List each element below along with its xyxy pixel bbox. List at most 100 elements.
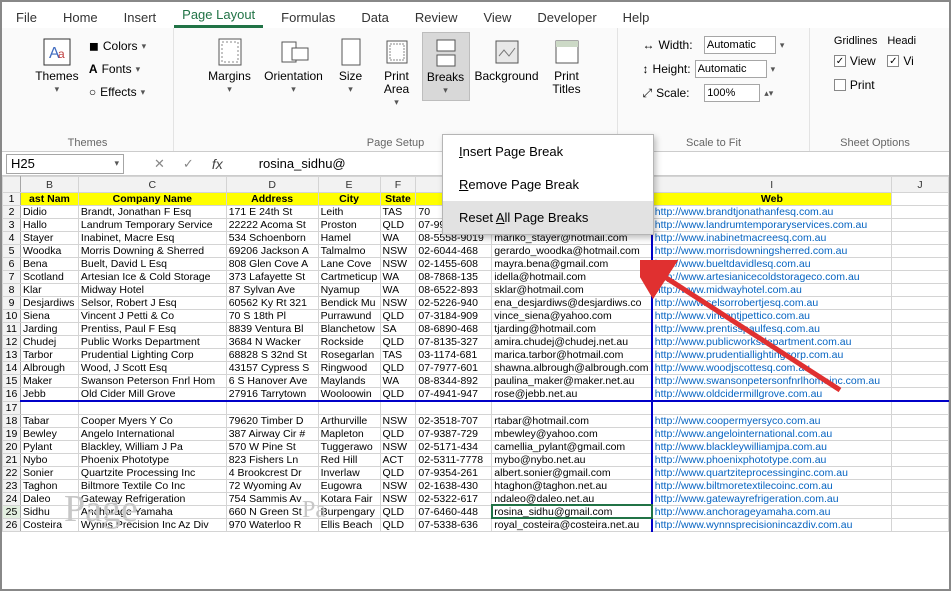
cell[interactable]: Prentiss, Paul F Esq (78, 323, 226, 336)
cell[interactable]: 87 Sylvan Ave (226, 284, 318, 297)
cell[interactable]: Wynns Precision Inc Az Div (78, 518, 226, 531)
cell[interactable]: 69206 Jackson A (226, 245, 318, 258)
cell[interactable]: Albrough (20, 362, 78, 375)
cell[interactable]: WA (380, 284, 416, 297)
cell[interactable]: http://www.phoenixphototype.com.au (652, 453, 892, 466)
cell[interactable]: 570 W Pine St (226, 440, 318, 453)
tab-data[interactable]: Data (353, 6, 396, 28)
cell[interactable]: QLD (380, 505, 416, 518)
cell[interactable]: Public Works Department (78, 336, 226, 349)
cell[interactable] (892, 206, 949, 219)
cell[interactable]: 6 S Hanover Ave (226, 375, 318, 388)
cell[interactable]: NSW (380, 440, 416, 453)
cell[interactable]: NSW (380, 492, 416, 505)
cell[interactable]: 07-3184-909 (416, 310, 492, 323)
cell[interactable]: http://www.inabinetmacreesq.com.au (652, 232, 892, 245)
print-titles-button[interactable]: Print Titles (544, 32, 590, 100)
cell[interactable]: ena_desjardiws@desjardiws.co (492, 297, 652, 310)
cell[interactable] (892, 336, 949, 349)
cell[interactable]: marica.tarbor@hotmail.com (492, 349, 652, 362)
cell[interactable] (892, 375, 949, 388)
orientation-button[interactable]: Orientation▾ (262, 32, 326, 99)
cell[interactable]: Bena (20, 258, 78, 271)
cell[interactable]: ACT (380, 453, 416, 466)
col-header[interactable]: C (78, 177, 226, 193)
row-header[interactable]: 16 (3, 388, 21, 402)
cell[interactable]: Gateway Refrigeration (78, 492, 226, 505)
select-all[interactable] (3, 177, 21, 193)
cell[interactable]: Lane Cove (318, 258, 380, 271)
cancel-icon[interactable]: ✕ (154, 156, 165, 172)
colors-button[interactable]: ◼Colors ▾ (89, 36, 146, 56)
cell[interactable]: Prudential Lighting Corp (78, 349, 226, 362)
row-header[interactable]: 20 (3, 440, 21, 453)
cell[interactable]: 02-1455-608 (416, 258, 492, 271)
cell[interactable]: 22222 Acoma St (226, 219, 318, 232)
cell[interactable]: Vincent J Petti & Co (78, 310, 226, 323)
cell[interactable]: http://www.angelointernational.com.au (652, 427, 892, 440)
cell[interactable]: QLD (380, 466, 416, 479)
cell[interactable]: http://www.gatewayrefrigeration.com.au (652, 492, 892, 505)
cell[interactable]: http://www.quartziteprocessinginc.com.au (652, 466, 892, 479)
cell[interactable]: http://www.coopermyersyco.com.au (652, 414, 892, 427)
row-header[interactable]: 14 (3, 362, 21, 375)
cell[interactable]: 02-5226-940 (416, 297, 492, 310)
cell[interactable]: Address (226, 193, 318, 206)
cell[interactable]: Jarding (20, 323, 78, 336)
cell[interactable]: WA (380, 375, 416, 388)
cell[interactable]: Swanson Peterson Fnrl Hom (78, 375, 226, 388)
cell[interactable]: Artesian Ice & Cold Storage (78, 271, 226, 284)
cell[interactable]: QLD (380, 518, 416, 531)
cell[interactable]: mbewley@yahoo.com (492, 427, 652, 440)
cell[interactable]: Chudej (20, 336, 78, 349)
cell[interactable] (892, 219, 949, 232)
cell[interactable]: Maker (20, 375, 78, 388)
cell[interactable]: http://www.biltmoretextilecoinc.com.au (652, 479, 892, 492)
row-header[interactable]: 13 (3, 349, 21, 362)
cell[interactable]: 07-9354-261 (416, 466, 492, 479)
scale-input[interactable] (704, 84, 760, 102)
cell[interactable] (892, 193, 949, 206)
cell[interactable]: Tabar (20, 414, 78, 427)
cell[interactable]: TAS (380, 206, 416, 219)
cell[interactable]: mybo@nybo.net.au (492, 453, 652, 466)
themes-button[interactable]: Aa Themes▾ (29, 32, 85, 99)
headings-view-checkbox[interactable]: ✓ (887, 55, 899, 67)
cell[interactable] (892, 284, 949, 297)
cell[interactable]: http://www.anchorageyamaha.com.au (652, 505, 892, 518)
row-header[interactable]: 10 (3, 310, 21, 323)
cell[interactable]: 07-7977-601 (416, 362, 492, 375)
cell[interactable]: Eugowra (318, 479, 380, 492)
cell[interactable] (892, 258, 949, 271)
cell[interactable]: rose@jebb.net.au (492, 388, 652, 402)
cell[interactable]: albert.sonier@gmail.com (492, 466, 652, 479)
cell[interactable]: Bewley (20, 427, 78, 440)
background-button[interactable]: Background (474, 32, 540, 87)
cell[interactable]: 07-6460-448 (416, 505, 492, 518)
cell[interactable] (380, 401, 416, 414)
cell[interactable]: Hallo (20, 219, 78, 232)
cell[interactable]: Purrawund (318, 310, 380, 323)
cell[interactable]: QLD (380, 427, 416, 440)
row-header[interactable]: 5 (3, 245, 21, 258)
cell[interactable]: 02-1638-430 (416, 479, 492, 492)
cell[interactable]: Brandt, Jonathan F Esq (78, 206, 226, 219)
cell[interactable]: 8839 Ventura Bl (226, 323, 318, 336)
cell[interactable]: Tuggerawo (318, 440, 380, 453)
cell[interactable]: 3684 N Wacker (226, 336, 318, 349)
row-header[interactable]: 4 (3, 232, 21, 245)
cell[interactable]: 43157 Cypress S (226, 362, 318, 375)
cell[interactable]: Talmalmo (318, 245, 380, 258)
cell[interactable] (892, 362, 949, 375)
cell[interactable]: Pylant (20, 440, 78, 453)
cell[interactable] (892, 323, 949, 336)
cell[interactable] (892, 440, 949, 453)
cell[interactable]: Anchorage Yamaha (78, 505, 226, 518)
cell[interactable]: 02-5311-7778 (416, 453, 492, 466)
cell[interactable]: Ellis Beach (318, 518, 380, 531)
cell[interactable]: State (380, 193, 416, 206)
cell[interactable]: http://www.swansonpetersonfnrlhomeinc.co… (652, 375, 892, 388)
cell[interactable]: Inverlaw (318, 466, 380, 479)
cell[interactable]: Taghon (20, 479, 78, 492)
cell[interactable]: vince_siena@yahoo.com (492, 310, 652, 323)
